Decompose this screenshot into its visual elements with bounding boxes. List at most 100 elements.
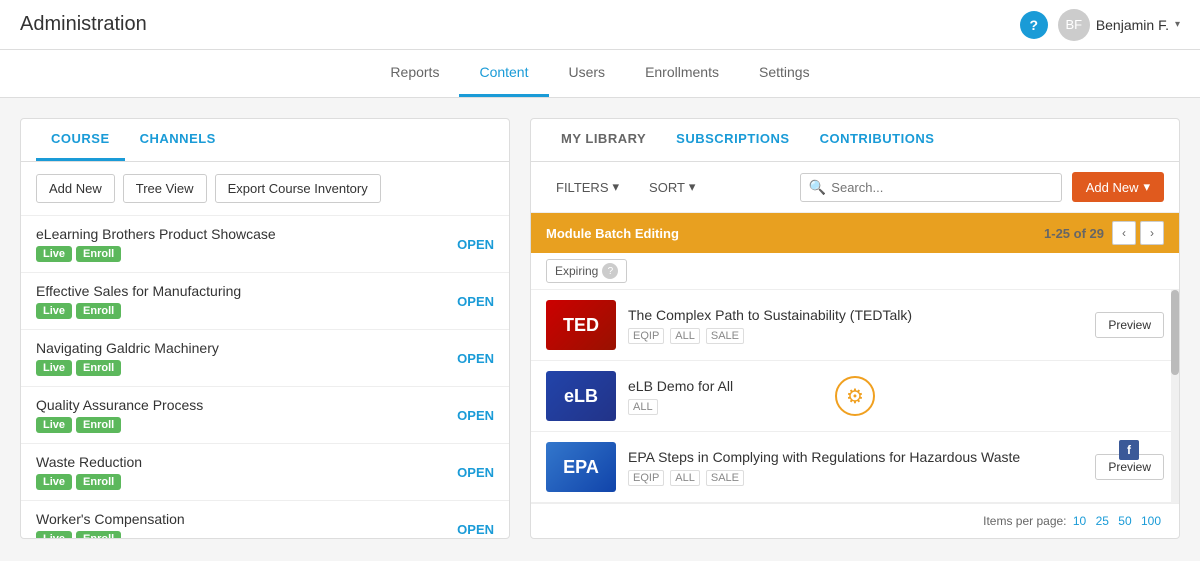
tab-settings[interactable]: Settings xyxy=(739,50,830,97)
badge-live: Live xyxy=(36,360,72,376)
content-tag: SALE xyxy=(706,470,744,486)
content-tags: ALL xyxy=(628,399,1164,415)
content-list: TED The Complex Path to Sustainability (… xyxy=(531,290,1179,503)
avatar: BF xyxy=(1058,9,1090,41)
content-title: eLB Demo for All xyxy=(628,378,1164,394)
course-open-link[interactable]: OPEN xyxy=(457,351,494,366)
page-10-link[interactable]: 10 xyxy=(1073,514,1086,528)
page-25-link[interactable]: 25 xyxy=(1096,514,1109,528)
batch-editing-bar: Module Batch Editing 1-25 of 29 ‹ › xyxy=(531,213,1179,253)
scrollbar-track[interactable] xyxy=(1171,290,1179,503)
badge-enroll: Enroll xyxy=(76,360,121,376)
batch-editing-label: Module Batch Editing xyxy=(546,226,679,241)
search-icon: 🔍 xyxy=(809,179,826,196)
course-info: Effective Sales for Manufacturing LiveEn… xyxy=(36,283,241,319)
next-page-button[interactable]: › xyxy=(1140,221,1164,245)
sort-button[interactable]: SORT ▾ xyxy=(639,174,705,200)
course-item[interactable]: Navigating Galdric Machinery LiveEnroll … xyxy=(21,330,509,387)
facebook-icon: f xyxy=(1119,440,1139,460)
tab-contributions[interactable]: CONTRIBUTIONS xyxy=(805,119,950,161)
course-info: Quality Assurance Process LiveEnroll xyxy=(36,397,203,433)
tab-subscriptions[interactable]: SUBSCRIPTIONS xyxy=(661,119,804,161)
thumb-text: TED xyxy=(563,315,599,336)
course-toolbar: Add New Tree View Export Course Inventor… xyxy=(21,162,509,216)
badge-live: Live xyxy=(36,246,72,262)
add-chevron-icon: ▾ xyxy=(1143,179,1150,195)
content-tag: ALL xyxy=(670,470,700,486)
badge-enroll: Enroll xyxy=(76,246,121,262)
export-button[interactable]: Export Course Inventory xyxy=(215,174,381,203)
search-input[interactable] xyxy=(831,180,1052,195)
prev-page-button[interactable]: ‹ xyxy=(1112,221,1136,245)
course-open-link[interactable]: OPEN xyxy=(457,465,494,480)
main-content: COURSE CHANNELS Add New Tree View Export… xyxy=(0,98,1200,559)
expiring-filter: Expiring ? xyxy=(531,253,1179,290)
tab-content[interactable]: Content xyxy=(459,50,548,97)
pagination-label: Items per page: xyxy=(983,514,1066,528)
content-thumbnail: eLB ⚙ xyxy=(546,371,616,421)
content-tag: ALL xyxy=(670,328,700,344)
content-item[interactable]: EPA EPA Steps in Complying with Regulati… xyxy=(531,432,1179,503)
content-tag: EQIP xyxy=(628,470,664,486)
tab-enrollments[interactable]: Enrollments xyxy=(625,50,739,97)
course-info: Navigating Galdric Machinery LiveEnroll xyxy=(36,340,219,376)
search-bar[interactable]: 🔍 xyxy=(800,173,1062,202)
help-icon[interactable]: ? xyxy=(1020,11,1048,39)
content-thumbnail: TED xyxy=(546,300,616,350)
question-icon: ? xyxy=(602,263,618,279)
scrollbar-thumb[interactable] xyxy=(1171,290,1179,375)
course-name: Navigating Galdric Machinery xyxy=(36,340,219,356)
course-item[interactable]: eLearning Brothers Product Showcase Live… xyxy=(21,216,509,273)
course-info: Worker's Compensation LiveEnroll xyxy=(36,511,185,538)
course-badges: LiveEnroll xyxy=(36,303,241,319)
preview-button[interactable]: Preview xyxy=(1095,312,1164,338)
app-header: Administration ? BF Benjamin F. ▾ xyxy=(0,0,1200,50)
badge-enroll: Enroll xyxy=(76,531,121,538)
tab-reports[interactable]: Reports xyxy=(370,50,459,97)
course-item[interactable]: Quality Assurance Process LiveEnroll OPE… xyxy=(21,387,509,444)
tab-my-library[interactable]: MY LIBRARY xyxy=(546,119,661,161)
thumb-text: EPA xyxy=(563,457,599,478)
sort-chevron-icon: ▾ xyxy=(689,179,696,195)
tab-channels[interactable]: CHANNELS xyxy=(125,119,231,161)
content-title: The Complex Path to Sustainability (TEDT… xyxy=(628,307,1083,323)
course-badges: LiveEnroll xyxy=(36,246,276,262)
right-panel-tabs: MY LIBRARY SUBSCRIPTIONS CONTRIBUTIONS xyxy=(531,119,1179,162)
course-badges: LiveEnroll xyxy=(36,417,203,433)
filter-sort-area: FILTERS ▾ SORT ▾ xyxy=(546,174,790,200)
tab-course[interactable]: COURSE xyxy=(36,119,125,161)
course-open-link[interactable]: OPEN xyxy=(457,522,494,537)
left-panel-tabs: COURSE CHANNELS xyxy=(21,119,509,162)
app-title: Administration xyxy=(20,13,1020,36)
course-name: Quality Assurance Process xyxy=(36,397,203,413)
header-actions: ? BF Benjamin F. ▾ xyxy=(1020,9,1180,41)
content-info: The Complex Path to Sustainability (TEDT… xyxy=(628,307,1083,344)
badge-live: Live xyxy=(36,417,72,433)
content-tags: EQIPALLSALE xyxy=(628,328,1083,344)
course-open-link[interactable]: OPEN xyxy=(457,408,494,423)
filter-chevron-icon: ▾ xyxy=(613,179,620,195)
tab-users[interactable]: Users xyxy=(549,50,626,97)
course-item[interactable]: Effective Sales for Manufacturing LiveEn… xyxy=(21,273,509,330)
badge-live: Live xyxy=(36,303,72,319)
course-info: eLearning Brothers Product Showcase Live… xyxy=(36,226,276,262)
batch-count-area: 1-25 of 29 ‹ › xyxy=(1044,221,1164,245)
content-item[interactable]: TED The Complex Path to Sustainability (… xyxy=(531,290,1179,361)
expiring-badge[interactable]: Expiring ? xyxy=(546,259,627,283)
right-panel: MY LIBRARY SUBSCRIPTIONS CONTRIBUTIONS F… xyxy=(530,118,1180,539)
content-item[interactable]: eLB ⚙ eLB Demo for All ALL xyxy=(531,361,1179,432)
content-title: EPA Steps in Complying with Regulations … xyxy=(628,449,1083,465)
add-new-content-button[interactable]: Add New ▾ xyxy=(1072,172,1164,202)
course-open-link[interactable]: OPEN xyxy=(457,294,494,309)
course-name: Waste Reduction xyxy=(36,454,142,470)
filters-button[interactable]: FILTERS ▾ xyxy=(546,174,629,200)
left-panel: COURSE CHANNELS Add New Tree View Export… xyxy=(20,118,510,539)
add-new-button[interactable]: Add New xyxy=(36,174,115,203)
course-item[interactable]: Worker's Compensation LiveEnroll OPEN xyxy=(21,501,509,538)
tree-view-button[interactable]: Tree View xyxy=(123,174,207,203)
page-100-link[interactable]: 100 xyxy=(1141,514,1161,528)
page-50-link[interactable]: 50 xyxy=(1118,514,1131,528)
user-menu[interactable]: BF Benjamin F. ▾ xyxy=(1058,9,1180,41)
course-item[interactable]: Waste Reduction LiveEnroll OPEN xyxy=(21,444,509,501)
course-open-link[interactable]: OPEN xyxy=(457,237,494,252)
